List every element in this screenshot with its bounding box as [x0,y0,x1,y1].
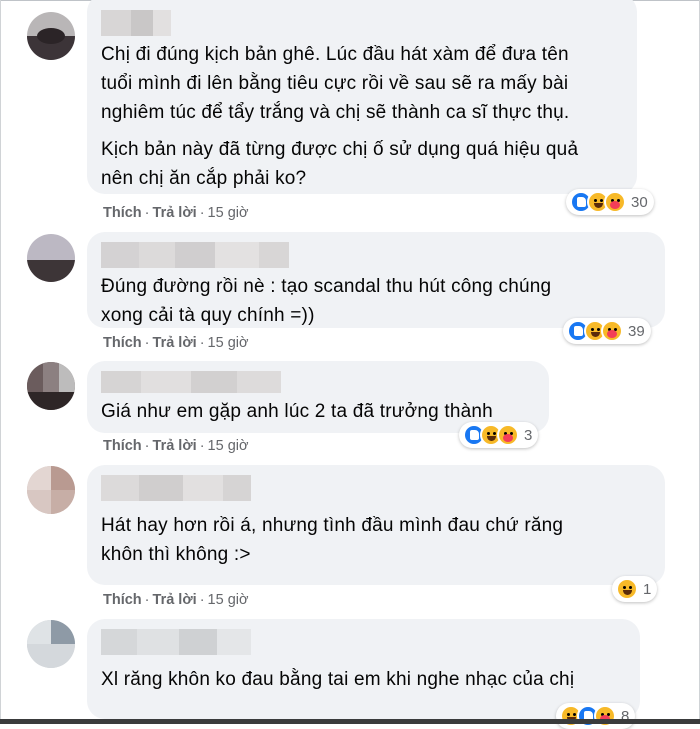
reaction-count: 30 [631,193,648,211]
blurred-author-name[interactable] [101,475,651,501]
like-link[interactable]: Thích [103,335,142,351]
avatar[interactable] [27,234,75,282]
comment-bubble: Xl răng khôn ko đau bằng tai em khi nghe… [87,619,640,719]
avatar[interactable] [27,12,75,60]
reaction-summary[interactable]: 1 [612,576,658,602]
care-reaction-icon [604,191,626,213]
blurred-author-name[interactable] [101,10,623,36]
reply-link[interactable]: Trả lời [153,205,197,221]
comment-bubble: Chị đi đúng kịch bản ghê. Lúc đầu hát xà… [87,0,637,194]
avatar[interactable] [27,362,75,410]
timestamp[interactable]: 15 giờ [208,438,249,454]
avatar[interactable] [27,620,75,668]
comment-text-2: Kịch bản này đã từng được chị ố sử dụng … [101,139,579,189]
avatar[interactable] [27,466,75,514]
like-link[interactable]: Thích [103,205,142,221]
blurred-author-name[interactable] [101,242,651,268]
reaction-summary[interactable]: 3 [459,422,539,448]
blurred-author-name[interactable] [101,629,626,655]
reaction-summary[interactable]: 39 [563,318,651,344]
comment-actions: Thích · Trả lời · 15 giờ [103,335,249,351]
comment-text: Xl răng khôn ko đau bằng tai em khi nghe… [101,669,575,690]
timestamp[interactable]: 15 giờ [208,335,249,351]
care-reaction-icon [601,320,623,342]
comment-actions: Thích · Trả lời · 15 giờ [103,205,249,221]
comment-text: Hát hay hơn rồi á, nhưng tình đầu mình đ… [101,515,564,565]
timestamp[interactable]: 15 giờ [208,592,249,608]
reaction-count: 3 [524,426,533,444]
comment-text: Chị đi đúng kịch bản ghê. Lúc đầu hát xà… [101,44,570,123]
comment-actions: Thích · Trả lời · 15 giờ [103,438,249,454]
reaction-count: 39 [628,322,645,340]
care-reaction-icon [497,424,519,446]
comment-actions: Thích · Trả lời · 15 giờ [103,592,249,608]
comment-bubble: Hát hay hơn rồi á, nhưng tình đầu mình đ… [87,465,665,585]
reaction-summary[interactable]: 8 [556,703,636,729]
window-left-border [0,0,1,724]
comment-bubble: Đúng đường rồi nè : tạo scandal thu hút … [87,232,665,328]
reply-link[interactable]: Trả lời [153,335,197,351]
like-link[interactable]: Thích [103,438,142,454]
window-bottom-bar [0,719,700,724]
blurred-author-name[interactable] [101,371,535,393]
reaction-count: 1 [643,580,652,598]
reply-link[interactable]: Trả lời [153,438,197,454]
timestamp[interactable]: 15 giờ [208,205,249,221]
reaction-summary[interactable]: 30 [566,189,654,215]
reply-link[interactable]: Trả lời [153,592,197,608]
haha-reaction-icon [616,578,638,600]
like-link[interactable]: Thích [103,592,142,608]
